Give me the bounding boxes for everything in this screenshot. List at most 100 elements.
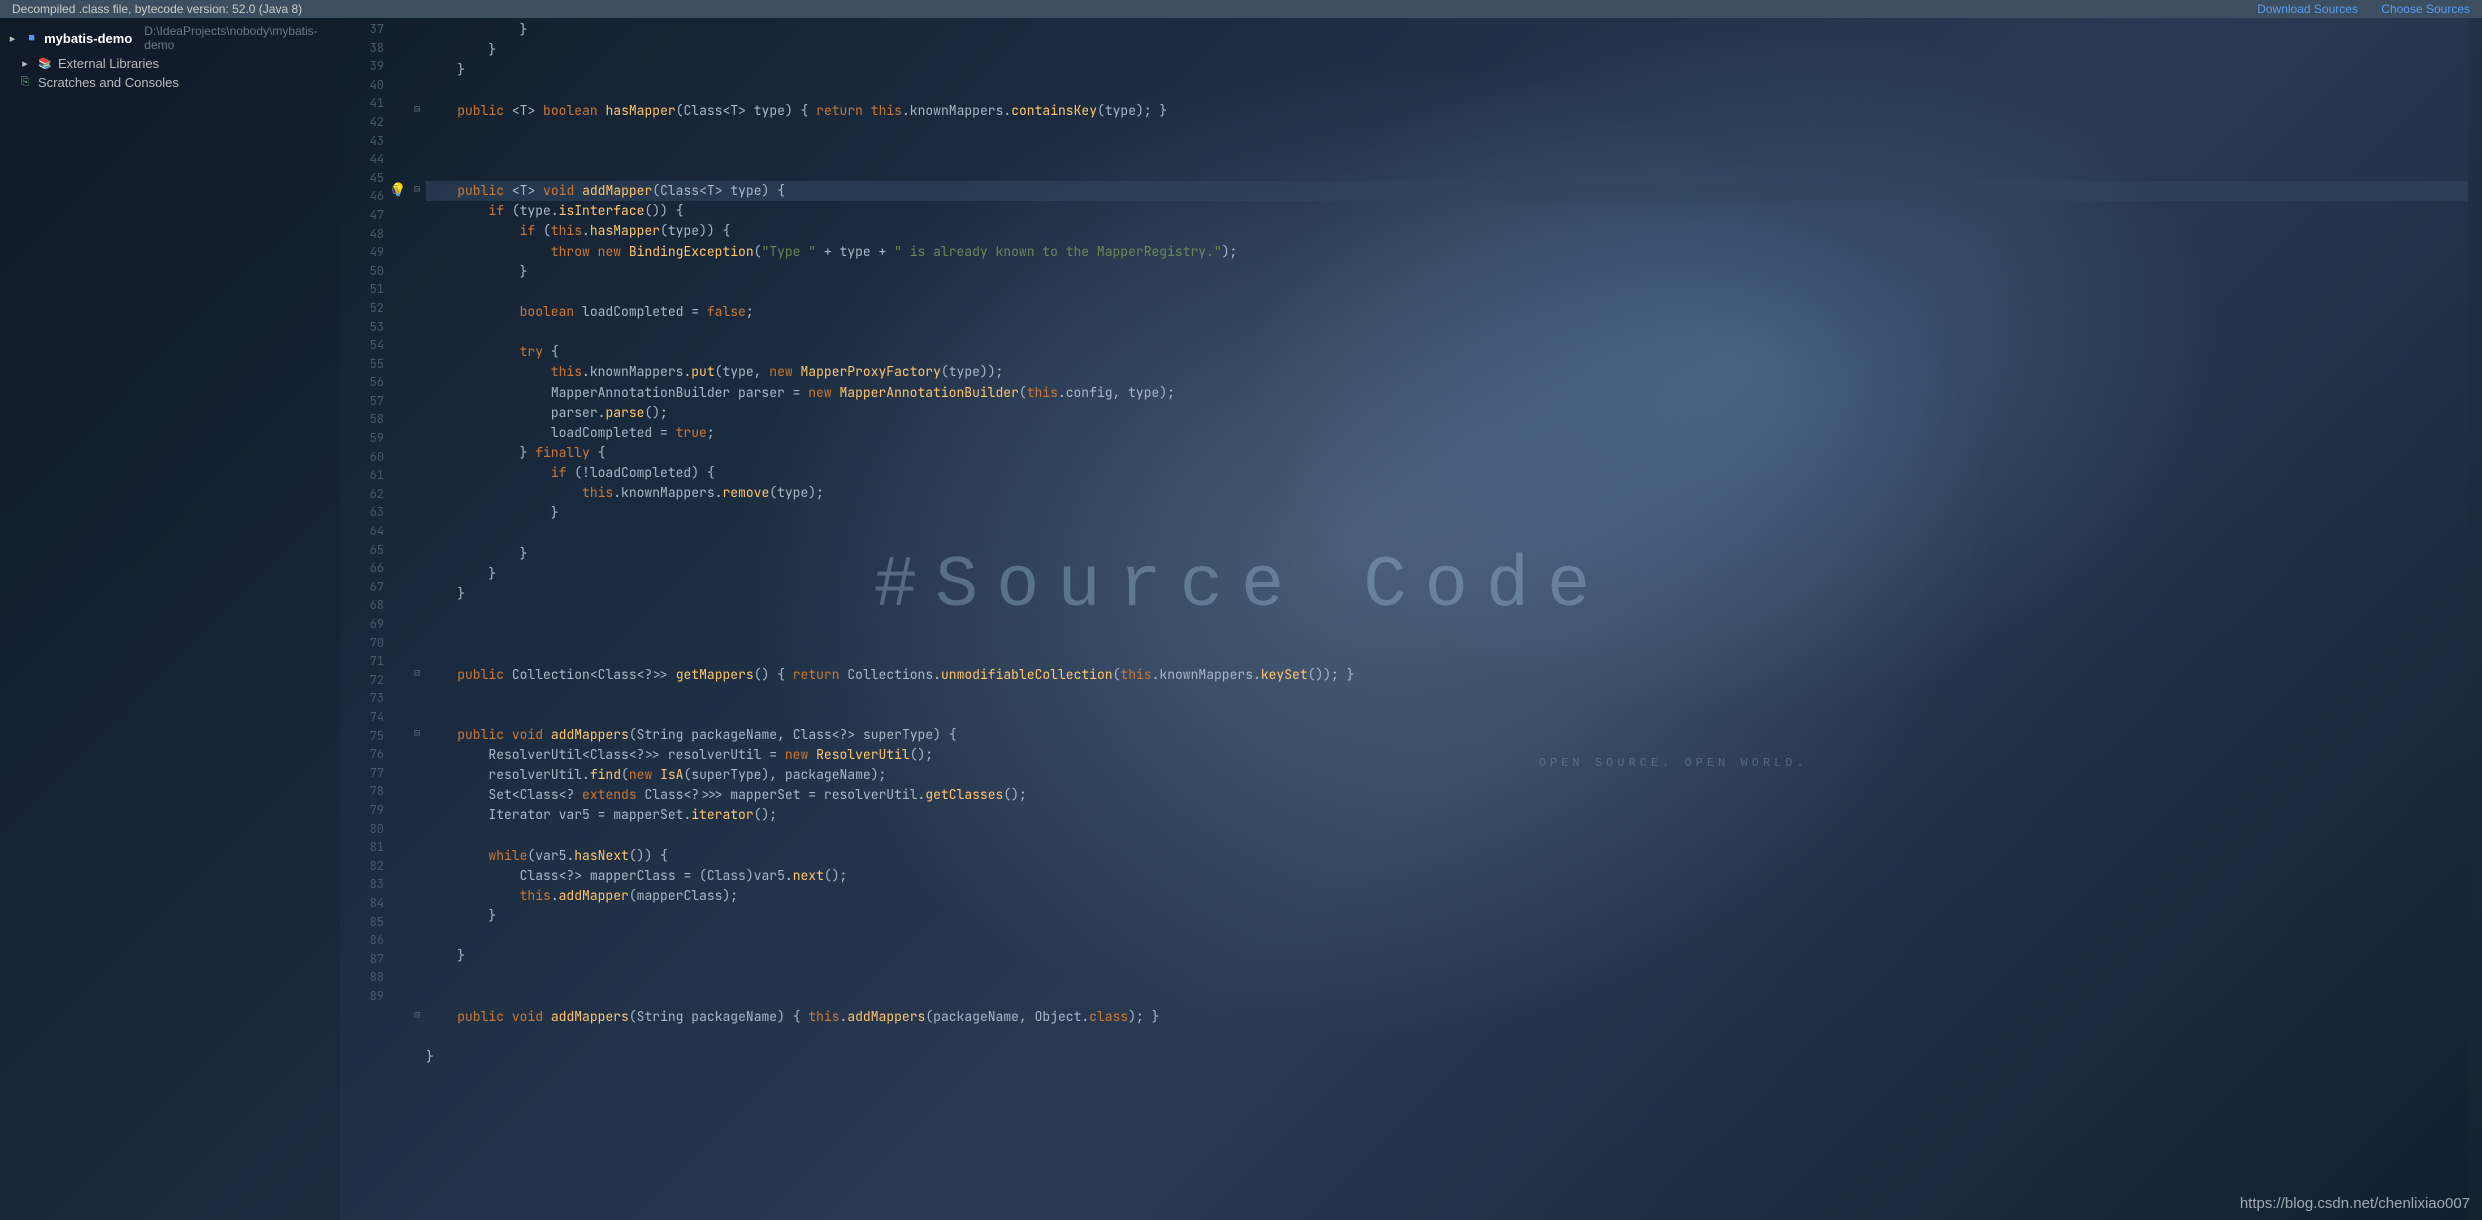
code-line[interactable]: this.addMapper(mapperClass);: [426, 886, 2468, 906]
line-number[interactable]: 70: [340, 634, 384, 653]
line-number[interactable]: 57: [340, 392, 384, 411]
code-line[interactable]: }: [426, 584, 2468, 604]
external-libraries-node[interactable]: ▸ 📚 External Libraries: [0, 54, 340, 73]
line-number[interactable]: 37: [340, 20, 384, 39]
code-line[interactable]: Class<?> mapperClass = (Class)var5.next(…: [426, 866, 2468, 886]
line-number-gutter[interactable]: 3738394041424344454647484950515253545556…: [340, 18, 390, 1220]
scratches-node[interactable]: ⎘ Scratches and Consoles: [0, 73, 340, 92]
line-number[interactable]: 66: [340, 559, 384, 578]
line-number[interactable]: 84: [340, 894, 384, 913]
project-tool-window[interactable]: ▸ ■ mybatis-demo D:\IdeaProjects\nobody\…: [0, 18, 340, 1220]
line-number[interactable]: 38: [340, 39, 384, 58]
code-line[interactable]: resolverUtil.find(new IsA(superType), pa…: [426, 765, 2468, 785]
line-number[interactable]: 44: [340, 150, 384, 169]
line-number[interactable]: 48: [340, 225, 384, 244]
code-line[interactable]: this.knownMappers.put(type, new MapperPr…: [426, 362, 2468, 382]
code-line[interactable]: }: [426, 946, 2468, 966]
code-line[interactable]: public void addMappers(String packageNam…: [426, 1007, 2468, 1027]
line-number[interactable]: 49: [340, 243, 384, 262]
code-line[interactable]: throw new BindingException("Type " + typ…: [426, 242, 2468, 262]
line-number[interactable]: 76: [340, 745, 384, 764]
code-line[interactable]: [426, 121, 2468, 141]
line-number[interactable]: 67: [340, 578, 384, 597]
line-number[interactable]: 63: [340, 503, 384, 522]
fold-toggle-icon[interactable]: ⊟: [414, 1008, 420, 1021]
code-line[interactable]: [426, 282, 2468, 302]
line-number[interactable]: 80: [340, 820, 384, 839]
fold-column[interactable]: ⊟ ⊟ ⊟ ⊟ ⊟: [412, 18, 426, 1220]
code-line[interactable]: [426, 524, 2468, 544]
code-line[interactable]: MapperAnnotationBuilder parser = new Map…: [426, 383, 2468, 403]
line-number[interactable]: 47: [340, 206, 384, 225]
code-line[interactable]: }: [426, 503, 2468, 523]
line-number[interactable]: 39: [340, 57, 384, 76]
line-number[interactable]: 55: [340, 355, 384, 374]
code-line[interactable]: [426, 644, 2468, 664]
code-line[interactable]: Set<Class<? extends Class<?>>> mapperSet…: [426, 785, 2468, 805]
code-line[interactable]: if (type.isInterface()) {: [426, 201, 2468, 221]
code-line[interactable]: [426, 987, 2468, 1007]
line-number[interactable]: 82: [340, 857, 384, 876]
code-line[interactable]: [426, 1067, 2468, 1087]
line-number[interactable]: 88: [340, 968, 384, 987]
code-line[interactable]: public <T> void addMapper(Class<T> type)…: [426, 181, 2468, 201]
line-number[interactable]: 69: [340, 615, 384, 634]
line-number[interactable]: 56: [340, 373, 384, 392]
line-number[interactable]: 65: [340, 541, 384, 560]
line-number[interactable]: 60: [340, 448, 384, 467]
line-number[interactable]: 62: [340, 485, 384, 504]
code-line[interactable]: [426, 1027, 2468, 1047]
code-line[interactable]: }: [426, 906, 2468, 926]
code-line[interactable]: while(var5.hasNext()) {: [426, 846, 2468, 866]
line-number[interactable]: 87: [340, 950, 384, 969]
fold-toggle-icon[interactable]: ⊟: [414, 666, 420, 679]
line-number[interactable]: 40: [340, 76, 384, 95]
line-number[interactable]: 51: [340, 280, 384, 299]
line-number[interactable]: 86: [340, 931, 384, 950]
line-number[interactable]: 54: [340, 336, 384, 355]
line-number[interactable]: 68: [340, 596, 384, 615]
line-number[interactable]: 83: [340, 875, 384, 894]
fold-toggle-icon[interactable]: ⊟: [414, 182, 420, 195]
code-editor[interactable]: 3738394041424344454647484950515253545556…: [340, 18, 2482, 1220]
code-line[interactable]: public void addMappers(String packageNam…: [426, 725, 2468, 745]
gutter-markers[interactable]: 💡@: [390, 18, 412, 1220]
code-line[interactable]: [426, 967, 2468, 987]
line-number[interactable]: 78: [340, 782, 384, 801]
code-line[interactable]: }: [426, 60, 2468, 80]
code-line[interactable]: } finally {: [426, 443, 2468, 463]
fold-toggle-icon[interactable]: ⊟: [414, 102, 420, 115]
code-line[interactable]: }: [426, 544, 2468, 564]
code-line[interactable]: if (!loadCompleted) {: [426, 463, 2468, 483]
code-line[interactable]: [426, 685, 2468, 705]
code-line[interactable]: }: [426, 564, 2468, 584]
code-line[interactable]: }: [426, 40, 2468, 60]
line-number[interactable]: 61: [340, 466, 384, 485]
line-number[interactable]: 72: [340, 671, 384, 690]
code-line[interactable]: [426, 705, 2468, 725]
code-line[interactable]: [426, 141, 2468, 161]
line-number[interactable]: 41: [340, 94, 384, 113]
line-number[interactable]: 46: [340, 187, 384, 206]
code-line[interactable]: [426, 80, 2468, 100]
code-line[interactable]: public <T> boolean hasMapper(Class<T> ty…: [426, 101, 2468, 121]
code-line[interactable]: [426, 322, 2468, 342]
code-line[interactable]: parser.parse();: [426, 403, 2468, 423]
line-number[interactable]: 59: [340, 429, 384, 448]
line-number[interactable]: 43: [340, 132, 384, 151]
override-marker-icon[interactable]: @: [392, 182, 398, 195]
code-line[interactable]: boolean loadCompleted = false;: [426, 302, 2468, 322]
line-number[interactable]: 79: [340, 801, 384, 820]
code-line[interactable]: if (this.hasMapper(type)) {: [426, 221, 2468, 241]
line-number[interactable]: 89: [340, 987, 384, 1006]
line-number[interactable]: 71: [340, 652, 384, 671]
code-line[interactable]: try {: [426, 342, 2468, 362]
code-line[interactable]: loadCompleted = true;: [426, 423, 2468, 443]
code-line[interactable]: public Collection<Class<?>> getMappers()…: [426, 665, 2468, 685]
line-number[interactable]: 73: [340, 689, 384, 708]
code-line[interactable]: [426, 604, 2468, 624]
fold-toggle-icon[interactable]: ⊟: [414, 726, 420, 739]
line-number[interactable]: 42: [340, 113, 384, 132]
line-number[interactable]: 45: [340, 169, 384, 188]
code-line[interactable]: }: [426, 262, 2468, 282]
